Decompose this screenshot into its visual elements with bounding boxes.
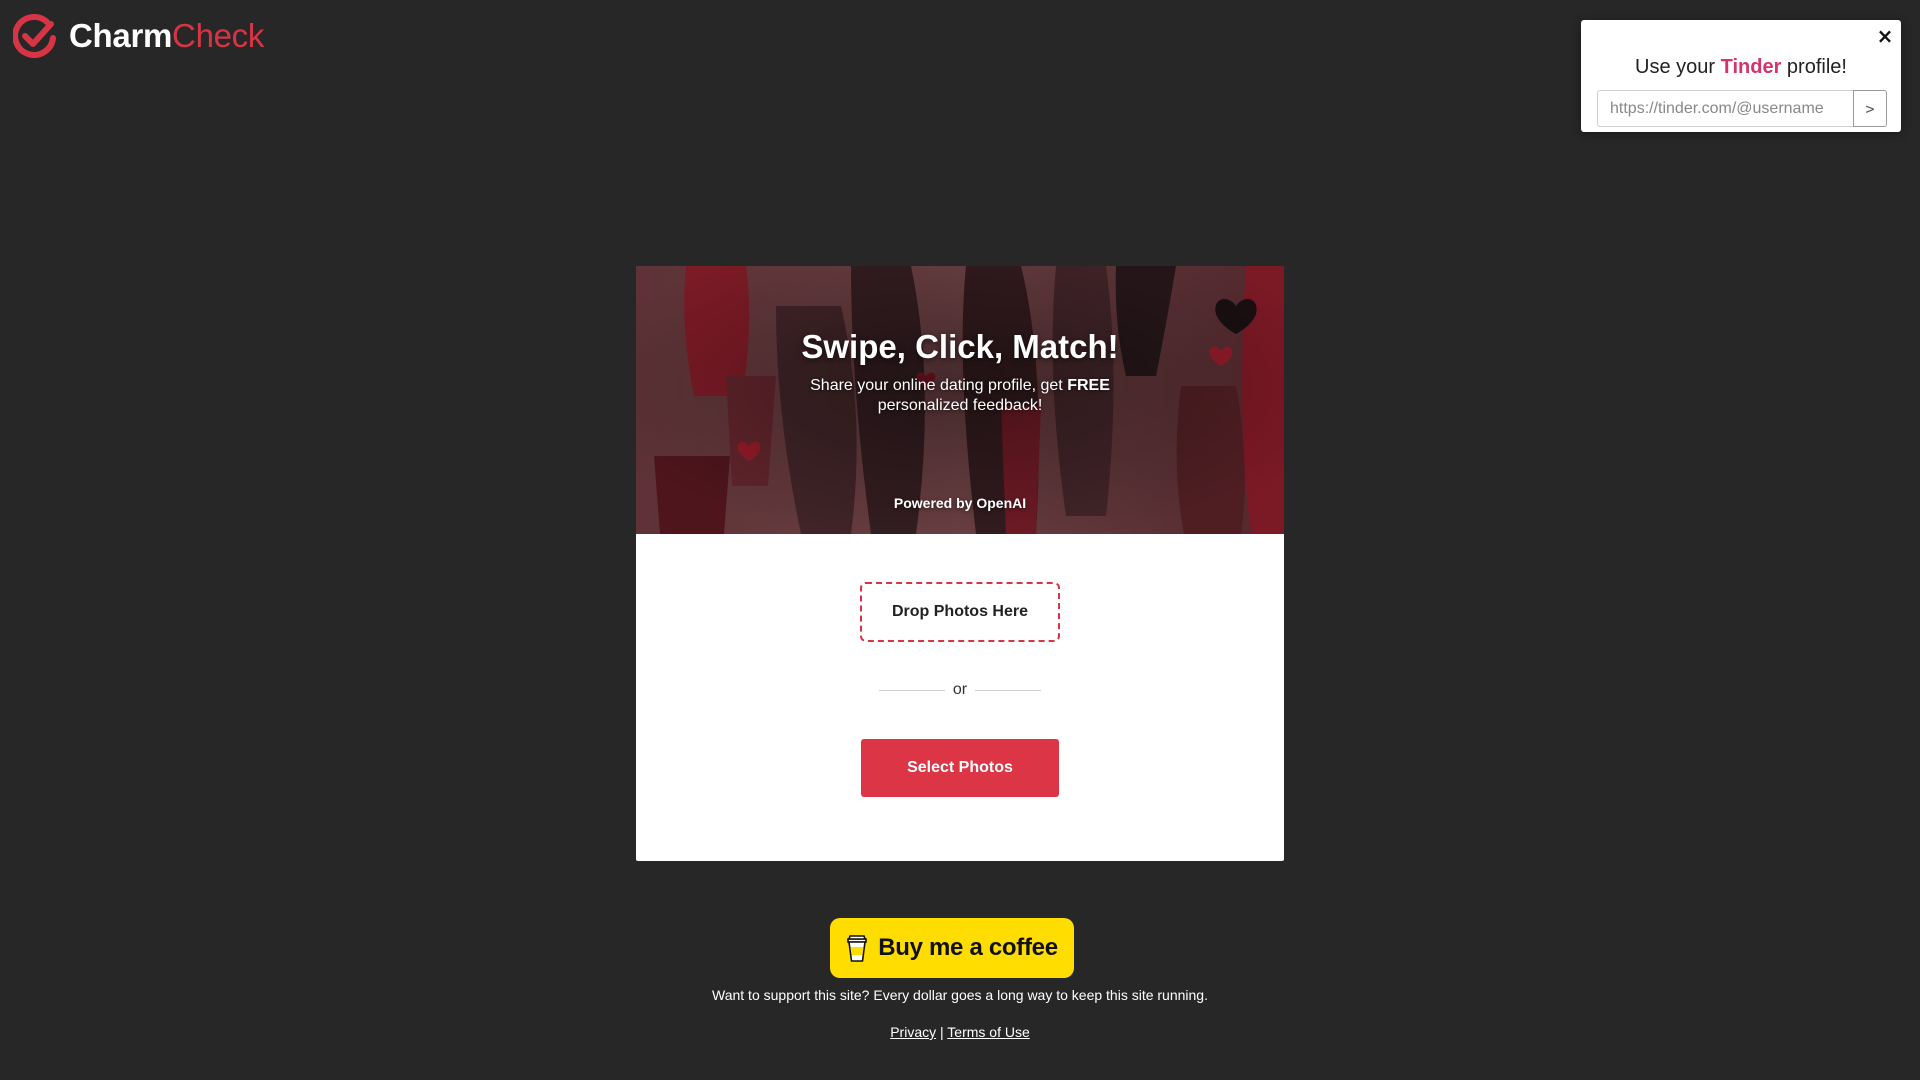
hero-subtitle-free: FREE [1067,377,1110,394]
divider-line-right [975,689,1042,691]
tinder-url-form: > [1597,90,1887,127]
hero-banner: Swipe, Click, Match! Share your online d… [636,266,1284,534]
select-photos-button[interactable]: Select Photos [861,739,1059,797]
buy-me-a-coffee-button[interactable]: Buy me a coffee [830,918,1074,978]
hero-title: Swipe, Click, Match! [801,328,1119,365]
tinder-title-prefix: Use your [1635,56,1721,78]
powered-by-label: Powered by OpenAI [893,495,1027,511]
tinder-popup-title: Use your Tinder profile! [1581,56,1901,79]
upload-card: Swipe, Click, Match! Share your online d… [636,266,1284,861]
hero-subtitle-suffix: personalized feedback! [877,397,1043,414]
site-logo[interactable]: CharmCheck [13,14,264,58]
footer-separator: | [940,1024,944,1040]
close-popup-button[interactable]: × [1875,26,1895,46]
logo-text-charm: Charm [69,17,173,54]
tinder-brand-name: Tinder [1720,56,1782,78]
tinder-title-suffix: profile! [1781,56,1847,78]
or-divider: or [879,680,1042,700]
tinder-url-input[interactable] [1597,90,1853,127]
coffee-cup-icon [847,935,868,962]
photo-drop-zone[interactable]: Drop Photos Here [860,582,1060,642]
hero-subtitle: Share your online dating profile, get FR… [786,376,1134,416]
or-label: or [952,681,968,698]
tinder-submit-button[interactable]: > [1853,90,1887,127]
support-text: Want to support this site? Every dollar … [712,987,1208,1003]
divider-line-left [879,689,945,691]
logo-text-check: Check [172,17,265,54]
logo-text: CharmCheck [69,14,264,58]
checkmark-logo-icon [13,14,56,58]
footer-links: Privacy | Terms of Use [0,1024,1920,1040]
terms-of-use-link[interactable]: Terms of Use [947,1024,1029,1040]
coffee-label: Buy me a coffee [878,934,1058,961]
tinder-profile-popup: × Use your Tinder profile! > [1581,20,1901,132]
hero-subtitle-prefix: Share your online dating profile, get [810,377,1068,394]
privacy-link[interactable]: Privacy [890,1024,936,1040]
